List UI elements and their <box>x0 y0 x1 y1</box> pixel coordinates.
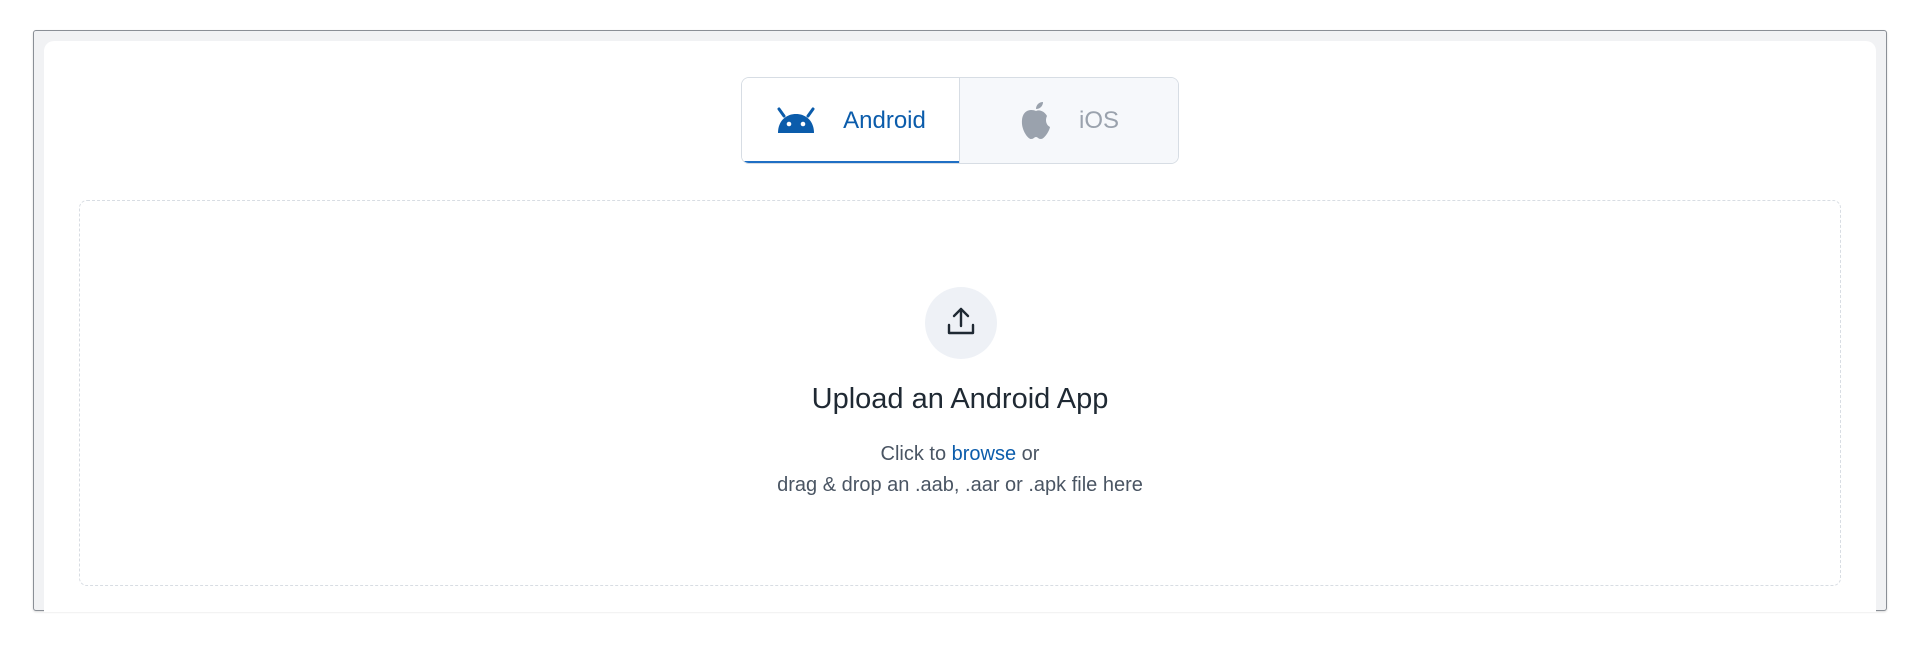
upload-card: Android iOS Upload an Android App Click … <box>44 41 1876 612</box>
android-icon <box>775 107 817 135</box>
tab-android[interactable]: Android <box>742 78 960 163</box>
tab-ios-label: iOS <box>1078 106 1119 134</box>
upload-icon-circle <box>925 287 997 359</box>
tab-ios[interactable]: iOS <box>960 78 1178 163</box>
instruction-prefix: Click to <box>880 443 952 465</box>
upload-title: Upload an Android App <box>811 383 1109 415</box>
instruction-suffix: or <box>1016 443 1040 465</box>
upload-icon <box>945 305 977 342</box>
app-window: Android iOS Upload an Android App Click … <box>33 30 1887 612</box>
apple-icon <box>1019 101 1053 141</box>
upload-instructions-line2: drag & drop an .aab, .aar or .apk file h… <box>777 474 1143 496</box>
browse-link[interactable]: browse <box>952 443 1016 465</box>
upload-instructions-line1: Click to browse or <box>80 443 1840 466</box>
file-dropzone[interactable]: Upload an Android App Click to browse or… <box>79 200 1841 586</box>
tab-android-label: Android <box>843 106 926 134</box>
platform-tabs: Android iOS <box>741 77 1179 164</box>
